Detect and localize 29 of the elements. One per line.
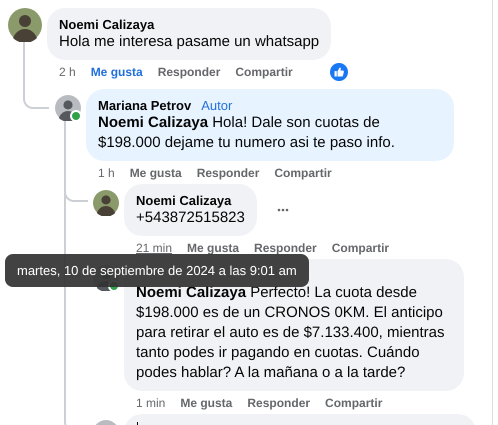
comment-action-link[interactable]: Compartir <box>332 241 390 255</box>
avatar-icon[interactable] <box>8 8 42 42</box>
comment-action-link[interactable]: Me gusta <box>130 166 182 180</box>
author-name[interactable]: Noemi Calizaya <box>136 192 232 208</box>
like-reaction-icon[interactable] <box>330 63 348 81</box>
author-name[interactable]: Mariana Petrov <box>98 98 192 112</box>
comment-action-link[interactable]: Me gusta <box>180 396 232 410</box>
comment-action-link[interactable]: Responder <box>196 166 260 180</box>
comment-action-link[interactable]: Me gusta <box>90 65 143 79</box>
comment-action-link[interactable]: Me gusta <box>187 241 240 255</box>
comment-text: +543872515823 <box>136 208 245 228</box>
thread-connector <box>23 81 49 109</box>
comment-action-link[interactable]: Compartir <box>325 396 382 410</box>
author-name[interactable]: Noemi Calizaya <box>59 16 154 32</box>
comment-action-link[interactable]: Responder <box>254 241 317 255</box>
comment-action-link[interactable]: Responder <box>158 65 220 79</box>
timestamp-tooltip: martes, 10 de septiembre de 2024 a las 9:01 am <box>5 254 309 287</box>
comment-action-link[interactable]: Compartir <box>235 65 293 79</box>
timestamp-link[interactable]: 2 h <box>59 65 76 79</box>
avatar-icon[interactable] <box>93 190 119 216</box>
timestamp-link[interactable]: 21 min <box>136 241 172 255</box>
comment-action-link[interactable]: Compartir <box>274 166 332 180</box>
comment-text: Hola me interesa pasame un whatsapp <box>59 32 320 52</box>
comment-text: Noemi Calizaya Hola! Dale son cuotas de $198.000 dejame tu numero asi te paso info. <box>98 113 396 153</box>
author-label: Autor <box>201 98 232 112</box>
comment-action-link[interactable]: Responder <box>247 396 310 410</box>
more-options-icon[interactable] <box>276 208 289 212</box>
timestamp-link[interactable]: 1 min <box>136 396 166 410</box>
timestamp-link[interactable]: 1 h <box>98 166 115 180</box>
